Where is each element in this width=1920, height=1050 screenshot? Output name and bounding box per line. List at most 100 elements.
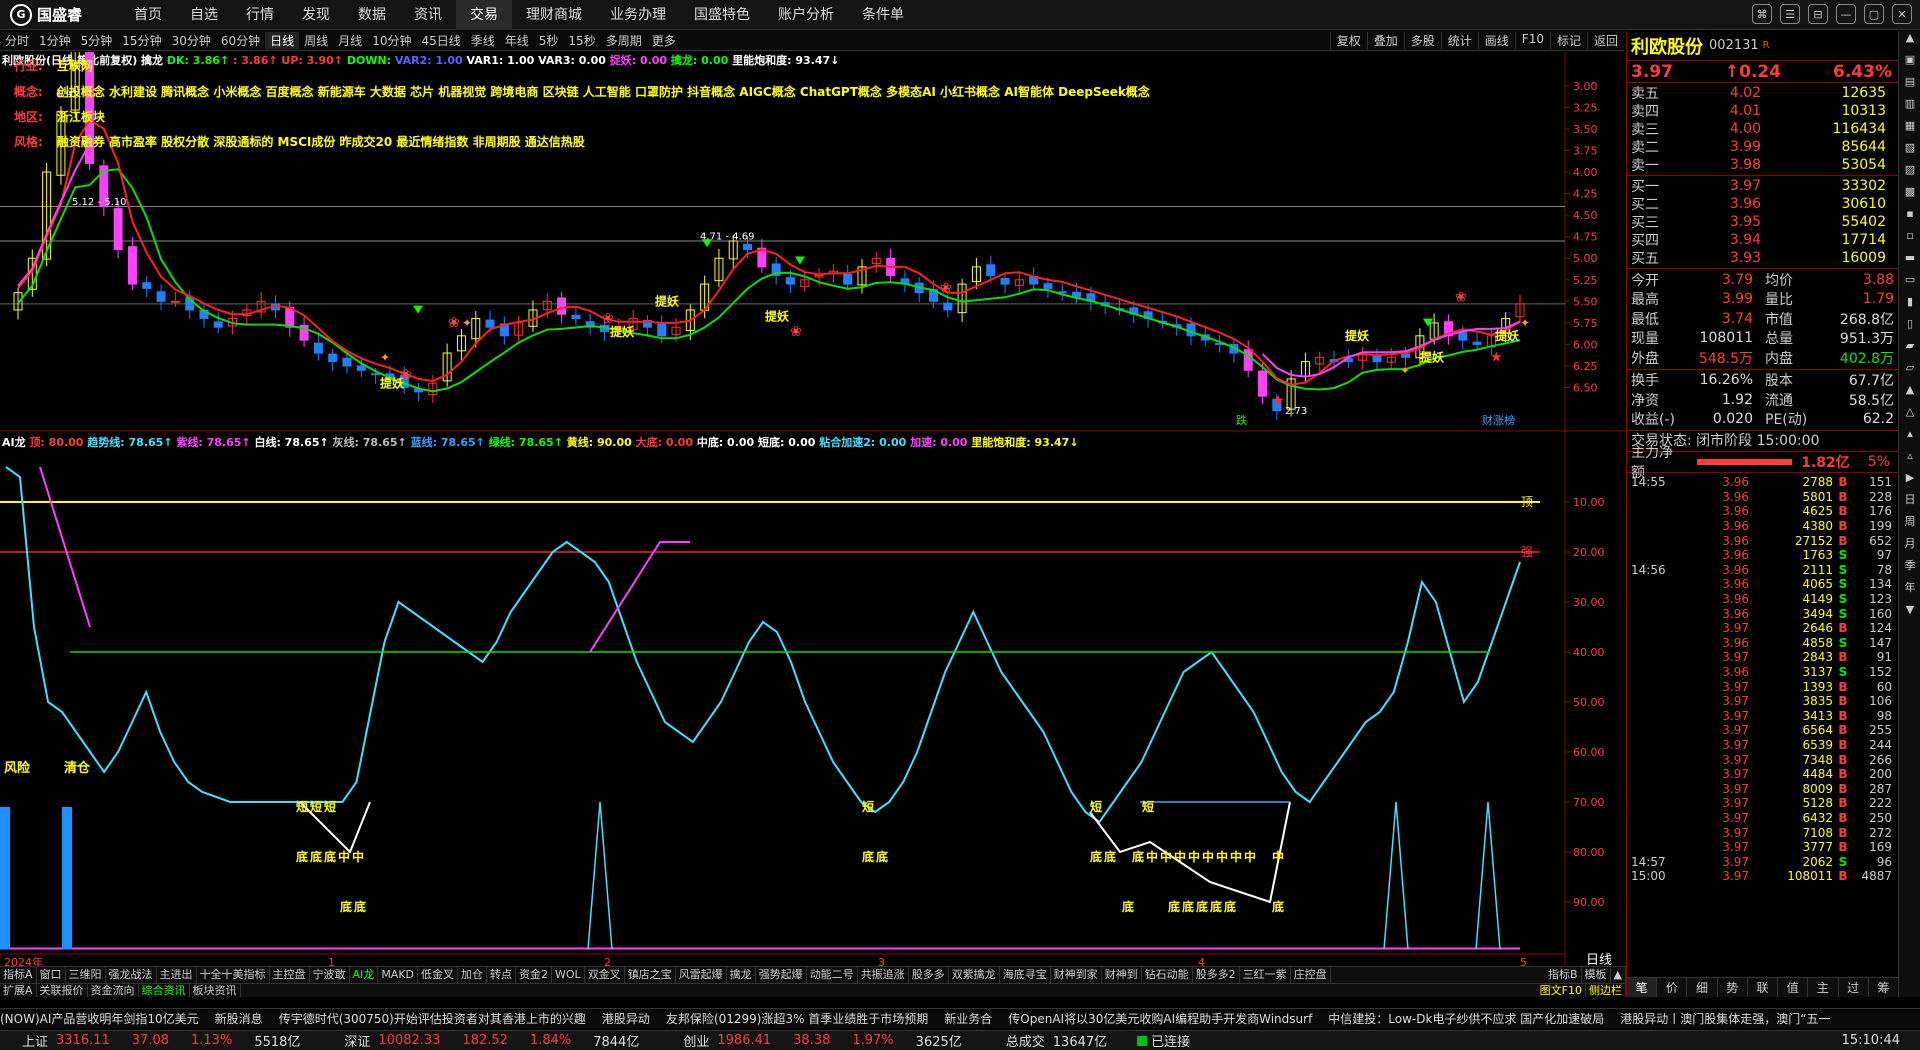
indicator-tab[interactable]: 股多多 [909,967,949,983]
side-tool-icon[interactable]: ▲ [1899,383,1920,405]
nav-item[interactable]: 数据 [344,0,400,30]
tick-list[interactable]: 14:55 3.96 2788 B 151 3.96 5801 B 228 3.96 4625 B 17… [1627,473,1898,886]
toolbar-button[interactable]: 返回 [1586,32,1624,49]
toolbar-button[interactable]: 叠加 [1366,32,1404,49]
indicator-tab[interactable]: 窗口 [37,967,66,983]
side-tool-icon[interactable]: 季 [1899,559,1920,581]
side-tool-icon[interactable]: ▤ [1899,75,1920,97]
side-tool-icon[interactable]: ▯ [1899,317,1920,339]
indicator-tab[interactable]: 庄控盘 [1291,967,1331,983]
period-tab[interactable]: 日线 [265,32,300,49]
period-tab[interactable]: 60分钟 [216,32,265,49]
window-control-icon[interactable]: — [1836,4,1856,24]
indicator-tab[interactable]: 主控盘 [270,967,310,983]
indicator-tab[interactable]: AI龙 [350,967,379,983]
quote-tab[interactable]: 笔 [1627,978,1658,997]
side-tool-icon[interactable]: ▣ [1899,53,1920,75]
indicator-tab-control[interactable]: ▲ [1611,967,1626,983]
news-item[interactable]: 传OpenAI将以30亿美元收购AI编程助手开发商Windsurf [1008,1010,1312,1027]
news-item[interactable]: 友邦保险(01299)涨超3% 首季业绩胜于市场预期 [666,1010,928,1027]
indicator-tab[interactable]: 指标A [0,967,37,983]
side-tool-icon[interactable]: ▵ [1899,449,1920,471]
period-tab[interactable]: 季线 [466,32,500,49]
window-control-icon[interactable]: ▢ [1864,4,1884,24]
news-item[interactable]: 传宇德时代(300750)开始评估投资者对其香港上市的兴趣 [279,1010,586,1027]
order-book-row[interactable]: 买一 3.97 33302 [1631,177,1894,195]
indicator-tab[interactable]: 转点 [487,967,517,983]
period-tab[interactable]: 15分钟 [117,32,166,49]
nav-item[interactable]: 行情 [232,0,288,30]
news-ticker[interactable]: (NOW)AI产品营收明年剑指10亿美元 新股消息 传宇德时代(300750)开始评… [0,1008,1920,1028]
quote-tab[interactable]: 主 [1808,978,1839,997]
indicator-tab[interactable]: 财神到 [1102,967,1142,983]
indicator-tab[interactable]: 资金2 [516,967,553,983]
indicator-tab[interactable]: 风雷起爆 [676,967,727,983]
indicator-tab[interactable]: 海底寻宝 [1000,967,1051,983]
period-tab[interactable]: 15秒 [563,32,600,49]
period-tab[interactable]: 周线 [299,32,333,49]
quote-tab[interactable]: 过 [1839,978,1869,997]
indicator-tab[interactable]: 主进出 [157,967,197,983]
side-tool-icon[interactable]: 周 [1899,515,1920,537]
side-tool-icon[interactable]: 年 [1899,581,1920,603]
order-book-row[interactable]: 卖二 3.99 85644 [1631,138,1894,156]
news-item[interactable]: 港股异动 [602,1010,650,1027]
indicator-tab[interactable]: 强势起爆 [756,967,807,983]
nav-item[interactable]: 国盛特色 [680,0,764,30]
order-book-row[interactable]: 买五 3.93 16009 [1631,249,1894,267]
order-book-row[interactable]: 卖三 4.00 116434 [1631,120,1894,138]
indicator-tab[interactable]: 十全十美指标 [197,967,270,983]
period-tab[interactable]: 分时 [0,32,34,49]
order-book-row[interactable]: 卖五 4.02 12635 [1631,84,1894,102]
side-tool-icon[interactable]: ▶ [1899,471,1920,493]
toolbar-button[interactable]: F10 [1514,32,1550,49]
period-tab[interactable]: 年线 [500,32,534,49]
toolbar-button[interactable]: 复权 [1329,32,1367,49]
period-tab[interactable]: 多周期 [601,32,647,49]
indicator-tab[interactable]: 三维阳 [66,967,106,983]
nav-item[interactable]: 条件单 [848,0,918,30]
window-control-icon[interactable]: ⊟ [1808,4,1828,24]
period-tab[interactable]: 45日线 [416,32,465,49]
side-tool-icon[interactable]: ▬ [1899,251,1920,273]
side-tool-icon[interactable]: ▮ [1899,295,1920,317]
window-control-icon[interactable]: ☰ [1780,4,1800,24]
info-tab-right[interactable]: 图文F10 [1537,984,1586,997]
side-tool-icon[interactable]: ▥ [1899,97,1920,119]
news-item[interactable]: (NOW)AI产品营收明年剑指10亿美元 [0,1010,199,1027]
side-tool-icon[interactable]: △ [1899,405,1920,427]
window-control-icon[interactable]: ✕ [1892,4,1912,24]
order-book-row[interactable]: 买三 3.95 55402 [1631,213,1894,231]
toolbar-button[interactable]: 画线 [1477,32,1515,49]
nav-item[interactable]: 首页 [120,0,176,30]
indicator-tab[interactable]: 股多多2 [1193,967,1240,983]
nav-item[interactable]: 交易 [456,0,512,30]
candlestick-chart[interactable]: 6.50 6.25 6.00 5.75 5.50 5.25 5.00 4.75 4.50 4.25… [0,52,1626,432]
order-book-row[interactable]: 卖四 4.01 10313 [1631,102,1894,120]
info-tab[interactable]: 关联报价 [37,984,88,997]
info-tab[interactable]: 扩展A [0,984,37,997]
order-book-row[interactable]: 卖一 3.98 53054 [1631,156,1894,174]
indicator-tab[interactable]: 双紫擒龙 [949,967,1000,983]
side-tool-icon[interactable]: ▭ [1899,273,1920,295]
ai-dragon-indicator-chart[interactable]: 90.00 80.00 70.00 60.00 50.00 40.00 30.00 20.00… [0,432,1626,966]
nav-item[interactable]: 自选 [176,0,232,30]
news-item[interactable]: 新业务合 [944,1010,992,1027]
info-tab[interactable]: 资金流向 [88,984,139,997]
indicator-tab[interactable]: 宁波敢 [310,967,350,983]
toolbar-button[interactable]: 统计 [1440,32,1478,49]
period-tab[interactable]: 1分钟 [34,32,76,49]
side-tool-icon[interactable]: ▴ [1899,427,1920,449]
news-item[interactable]: 新股消息 [215,1010,263,1027]
side-tool-icon[interactable]: ▨ [1899,163,1920,185]
period-tab[interactable]: 月线 [333,32,367,49]
info-tab[interactable]: 板块资讯 [190,984,241,997]
nav-item[interactable]: 资讯 [400,0,456,30]
indicator-tab[interactable]: 双金叉 [585,967,625,983]
side-tool-icon[interactable]: ▩ [1899,185,1920,207]
info-tab-right[interactable]: 侧边栏 [1586,984,1626,997]
side-tool-icon[interactable]: ▲ [1899,31,1920,53]
side-tool-icon[interactable]: ▼ [1899,603,1920,625]
index-name[interactable]: 创业 [683,1031,709,1050]
quote-tab[interactable]: 细 [1687,978,1718,997]
